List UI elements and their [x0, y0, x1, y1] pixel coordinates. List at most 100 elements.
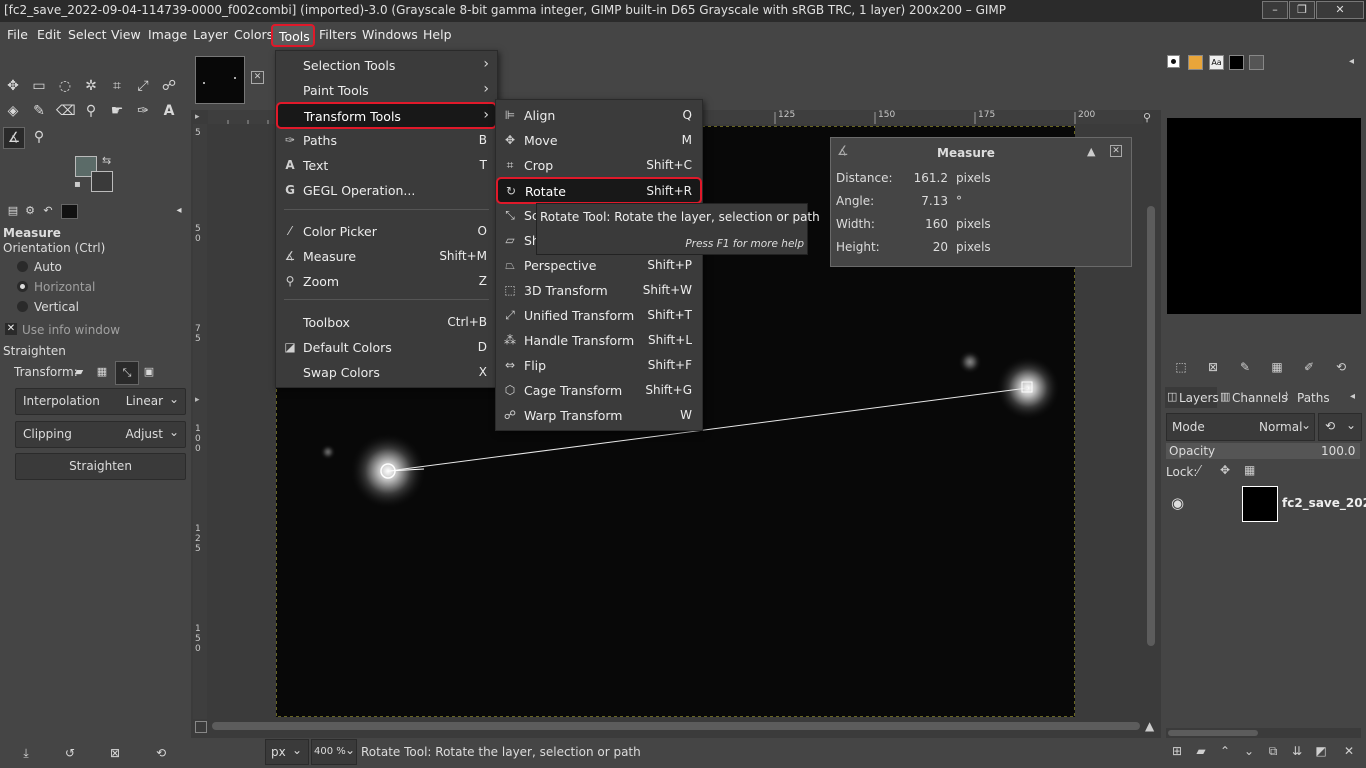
menu-windows[interactable]: Windows [362, 27, 418, 42]
rect-select-icon[interactable]: ▭ [30, 77, 48, 95]
transform-layer-icon[interactable]: ▰ [70, 363, 88, 381]
close-image-tab-icon[interactable]: ✕ [251, 71, 264, 84]
document-history-tab-icon[interactable] [1249, 55, 1264, 70]
menu-item-flip[interactable]: ⇔ Flip Shift+F [496, 353, 702, 378]
menu-item-handle-transform[interactable]: ⁂ Handle Transform Shift+L [496, 328, 702, 353]
menu-item-crop[interactable]: ⌗ Crop Shift+C [496, 153, 702, 178]
menu-item-paths[interactable]: ✑ Paths B [276, 128, 497, 153]
edit-icon[interactable]: ✎ [1238, 360, 1252, 374]
close-window-button[interactable]: ✕ [1316, 1, 1364, 19]
paths-tool-icon[interactable]: ✑ [134, 102, 152, 120]
horizontal-scrollbar[interactable] [208, 720, 1144, 732]
horizontal-scroll-thumb[interactable] [212, 722, 1140, 730]
undo-history-icon[interactable]: ↶ [39, 202, 57, 220]
layers-scrollbar[interactable] [1166, 728, 1361, 738]
tab-channels[interactable]: ▥ Channels [1219, 387, 1288, 408]
zoom-tool-icon[interactable]: ⚲ [30, 128, 48, 146]
new-layer-icon[interactable]: ⊞ [1170, 744, 1184, 758]
zoom-combo[interactable]: 400 % ⌄ [311, 739, 357, 765]
vertical-scroll-thumb[interactable] [1147, 206, 1155, 646]
zoom-follow-icon[interactable]: ⚲ [1143, 111, 1151, 124]
mask-icon[interactable]: ◩ [1314, 744, 1328, 758]
menu-item-transform-tools[interactable]: Transform Tools › [276, 102, 497, 129]
use-info-window-checkbox[interactable]: ✕ [5, 323, 17, 335]
menu-item-unified-transform[interactable]: ⤢ Unified Transform Shift+T [496, 303, 702, 328]
delete-layer-icon[interactable]: ✕ [1342, 744, 1356, 758]
measure-tool-icon[interactable]: ∡ [3, 127, 25, 149]
tool-options-tab-icon[interactable]: ▤ [4, 202, 22, 220]
menu-image[interactable]: Image [148, 27, 187, 42]
fuzzy-select-icon[interactable]: ✲ [82, 77, 100, 95]
menu-item-color-picker[interactable]: ⁄ Color Picker O [276, 219, 497, 244]
menu-item-swap-colors[interactable]: Swap Colors X [276, 360, 497, 385]
crop-icon[interactable]: ⌗ [108, 77, 126, 95]
images-tab-icon[interactable] [1229, 55, 1244, 70]
clone-icon[interactable]: ⚲ [82, 102, 100, 120]
minimize-button[interactable]: – [1262, 1, 1288, 19]
merge-layer-icon[interactable]: ⇊ [1290, 744, 1304, 758]
image-tab-thumbnail[interactable] [195, 56, 245, 104]
bucket-fill-icon[interactable]: ◈ [4, 102, 22, 120]
lower-layer-icon[interactable]: ⌄ [1242, 744, 1256, 758]
quick-mask-toggle[interactable] [195, 721, 207, 733]
radio-auto[interactable] [17, 261, 28, 272]
default-colors-icon[interactable]: ▪ [74, 179, 81, 190]
menu-item-gegl-operation[interactable]: G GEGL Operation... [276, 178, 497, 203]
move-tool-icon[interactable]: ✥ [4, 77, 22, 95]
tab-menu-icon[interactable]: ◂ [170, 202, 188, 220]
lock-position-icon[interactable]: ✥ [1220, 463, 1230, 477]
menu-colors[interactable]: Colors [234, 27, 273, 42]
smudge-icon[interactable]: ☛ [108, 102, 126, 120]
ruler-corner-icon[interactable]: ▸ [195, 112, 200, 122]
lock-pixels-icon[interactable]: ⁄ [1198, 463, 1200, 477]
device-status-icon[interactable]: ⚙ [21, 202, 39, 220]
background-color[interactable] [91, 171, 113, 192]
menu-item-default-colors[interactable]: ◪ Default Colors D [276, 335, 497, 360]
transform-image-icon[interactable]: ▣ [140, 363, 158, 381]
expand-left-icon[interactable]: ▸ [195, 395, 200, 405]
menu-item-toolbox[interactable]: Toolbox Ctrl+B [276, 310, 497, 335]
unified-transform-icon[interactable]: ⤢ [134, 77, 152, 95]
lock-alpha-icon[interactable]: ▦ [1244, 463, 1255, 477]
raise-layer-icon[interactable]: ⌃ [1218, 744, 1232, 758]
tab-layers[interactable]: ◫ Layers [1165, 387, 1219, 408]
tab-menu-icon[interactable]: ◂ [1349, 56, 1354, 67]
menu-item-perspective[interactable]: ⏢ Perspective Shift+P [496, 253, 702, 278]
opacity-slider[interactable]: Opacity 100.0 [1166, 443, 1360, 459]
fonts-tab-icon[interactable]: Aa [1209, 55, 1224, 70]
menu-item-text[interactable]: A Text T [276, 153, 497, 178]
menu-view[interactable]: View [111, 27, 141, 42]
interpolation-combo[interactable]: Interpolation Linear ⌄ [15, 388, 186, 415]
warp-icon[interactable]: ☍ [160, 77, 178, 95]
menu-filters[interactable]: Filters [319, 27, 356, 42]
tab-paths[interactable]: ⌇ Paths [1283, 387, 1333, 408]
menu-item-paint-tools[interactable]: Paint Tools › [276, 78, 497, 103]
swap-colors-icon[interactable]: ⇆ [102, 154, 111, 167]
menu-item-zoom[interactable]: ⚲ Zoom Z [276, 269, 497, 294]
menu-item-align[interactable]: ⊫ Align Q [496, 103, 702, 128]
text-tool-icon[interactable]: A [160, 102, 178, 120]
menu-item-warp-transform[interactable]: ☍ Warp Transform W [496, 403, 702, 428]
restore-options-icon[interactable]: ↺ [61, 744, 79, 762]
save-options-icon[interactable]: ⤓ [17, 744, 35, 762]
menu-edit[interactable]: Edit [37, 27, 61, 42]
clipping-combo[interactable]: Clipping Adjust ⌄ [15, 421, 186, 448]
brush-icon[interactable]: ✐ [1302, 360, 1316, 374]
tab-menu-icon[interactable]: ◂ [1350, 391, 1355, 402]
grid-view-icon[interactable]: ▦ [1270, 360, 1284, 374]
image-preview[interactable] [1167, 118, 1361, 314]
eye-icon[interactable]: ◉ [1171, 494, 1184, 512]
raise-view-icon[interactable]: ⬚ [1174, 360, 1188, 374]
menu-item-measure[interactable]: ∡ Measure Shift+M [276, 244, 497, 269]
detach-icon[interactable]: ▲ [1087, 145, 1095, 158]
refresh-icon[interactable]: ⟲ [1334, 360, 1348, 374]
new-group-icon[interactable]: ▰ [1194, 744, 1208, 758]
paintbrush-icon[interactable]: ✎ [30, 102, 48, 120]
menu-item-rotate[interactable]: ↻ Rotate Shift+R [496, 177, 702, 204]
new-view-icon[interactable]: ⊠ [1206, 360, 1220, 374]
menu-help[interactable]: Help [423, 27, 452, 42]
composite-mode-combo[interactable]: ⟲ ⌄ [1318, 413, 1362, 441]
close-icon[interactable]: ✕ [1110, 145, 1122, 157]
reset-options-icon[interactable]: ⟲ [152, 744, 170, 762]
vertical-scrollbar[interactable] [1145, 126, 1157, 718]
